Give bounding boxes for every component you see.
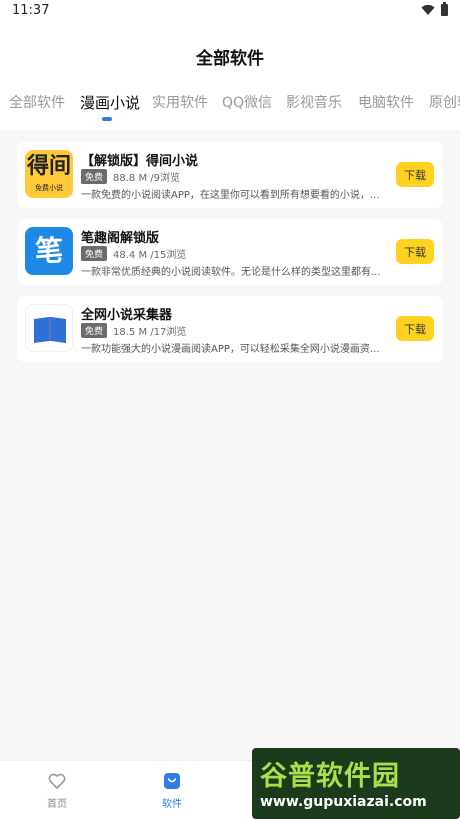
app-card[interactable]: 得间 免费小说 【解锁版】得间小说 免费 88.8 M /9浏览 一款免费的小说… — [17, 142, 443, 208]
nav-home[interactable]: 首页 — [27, 771, 87, 810]
app-name[interactable]: 全网小说采集器 — [81, 304, 172, 323]
book-app-icon — [25, 304, 73, 352]
dejian-app-icon: 得间 免费小说 — [25, 150, 73, 198]
tab-qq-wechat[interactable]: QQ微信 — [222, 92, 272, 112]
tab-pc-software[interactable]: 电脑软件 — [358, 92, 414, 112]
status-time: 11:37 — [12, 3, 50, 18]
app-icon-text: 笔 — [34, 234, 63, 267]
free-badge: 免费 — [81, 323, 108, 338]
app-size-views: 48.4 M /15浏览 — [113, 250, 187, 261]
app-card[interactable]: 全网小说采集器 免费 18.5 M /17浏览 一款功能强大的小说漫画阅读APP… — [17, 296, 443, 362]
tab-video-music[interactable]: 影视音乐 — [286, 92, 342, 112]
biquge-app-icon: 笔 — [25, 227, 73, 275]
app-meta: 免费 18.5 M /17浏览 — [81, 323, 186, 338]
download-button[interactable]: 下载 — [396, 162, 434, 187]
free-badge: 免费 — [81, 246, 108, 261]
nav-software[interactable]: 软件 — [142, 771, 202, 810]
tab-comics-novels[interactable]: 漫画小说 — [80, 92, 140, 113]
app-card[interactable]: 笔 笔趣阁解锁版 免费 48.4 M /15浏览 一款非常优质经典的小说阅读软件… — [17, 219, 443, 285]
download-button[interactable]: 下载 — [396, 316, 434, 341]
top-area: 11:37 全部软件 全部软件 漫画小说 实用软件 QQ微信 影视音乐 电脑软件… — [0, 0, 460, 130]
app-icon-text: 得间 — [26, 154, 71, 179]
app-name[interactable]: 【解锁版】得间小说 — [81, 150, 198, 169]
watermark-title: 谷普软件园 — [260, 761, 400, 792]
tab-original-software[interactable]: 原创软件 — [429, 92, 460, 112]
tab-utility-software[interactable]: 实用软件 — [152, 92, 208, 112]
app-description: 一款免费的小说阅读APP，在这里你可以看到所有想要看的小说，... — [81, 190, 380, 201]
heart-icon — [48, 773, 66, 789]
free-badge: 免费 — [81, 169, 108, 184]
wifi-icon — [421, 4, 435, 15]
status-bar: 11:37 — [0, 0, 460, 24]
bag-icon — [164, 773, 180, 789]
nav-software-label: 软件 — [162, 799, 182, 810]
app-list: 得间 免费小说 【解锁版】得间小说 免费 88.8 M /9浏览 一款免费的小说… — [17, 142, 443, 373]
status-icons — [421, 2, 448, 16]
battery-icon — [441, 2, 448, 16]
nav-home-label: 首页 — [47, 799, 67, 810]
tab-all-software[interactable]: 全部软件 — [9, 92, 65, 112]
open-book-icon — [34, 317, 66, 343]
active-tab-indicator — [102, 117, 112, 121]
download-button[interactable]: 下载 — [396, 239, 434, 264]
app-size-views: 18.5 M /17浏览 — [113, 327, 187, 338]
app-icon-subtext: 免费小说 — [35, 184, 63, 192]
watermark-url: www.gupuxiazai.com — [260, 794, 427, 810]
watermark-logo: 谷普软件园 www.gupuxiazai.com — [252, 748, 460, 819]
app-size-views: 88.8 M /9浏览 — [113, 173, 180, 184]
app-description: 一款非常优质经典的小说阅读软件。无论是什么样的类型这里都有... — [81, 267, 381, 278]
category-tabs: 全部软件 漫画小说 实用软件 QQ微信 影视音乐 电脑软件 原创软件 — [0, 90, 460, 124]
page-title: 全部软件 — [196, 49, 264, 69]
app-meta: 免费 88.8 M /9浏览 — [81, 169, 180, 184]
app-description: 一款功能强大的小说漫画阅读APP，可以轻松采集全网小说漫画资... — [81, 344, 380, 355]
app-name[interactable]: 笔趣阁解锁版 — [81, 227, 159, 246]
app-meta: 免费 48.4 M /15浏览 — [81, 246, 186, 261]
